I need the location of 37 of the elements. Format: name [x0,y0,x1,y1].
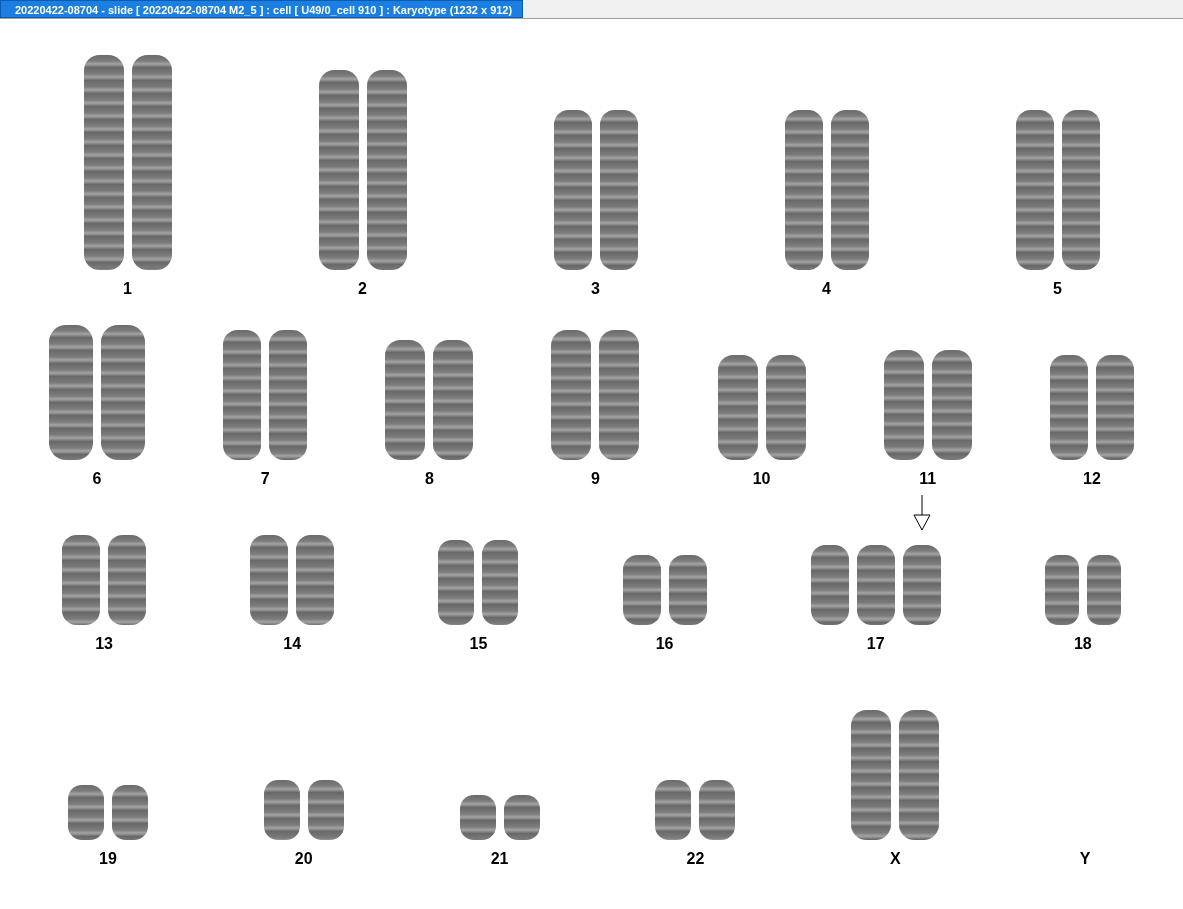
chromosome-label: 13 [95,635,113,653]
chromosome-image [622,555,661,625]
chromosome-label: 5 [1053,280,1062,298]
chromosome-label: 10 [752,470,771,488]
chromosome-label: 19 [99,850,117,868]
chromosome-label: 20 [294,850,313,868]
chromosome-label: X [889,850,901,868]
chromosome-label: 9 [591,470,600,488]
chromosome-image [67,785,104,840]
window-title: 20220422-08704 - slide [ 20220422-08704 M2_5 ] : cell [ U49/0_cell 910 ] : Karyotype (1232 x 912) [0,0,524,18]
chromosome-label: Y [1079,850,1091,868]
chromosome-label: 2 [358,280,367,298]
chromosome-label: 16 [655,635,674,653]
chromosome-label: 22 [686,850,705,868]
chromosome-label: 18 [1073,635,1092,653]
chromosome-label: 1 [123,280,132,298]
chromosome-label: 4 [822,280,831,298]
chromosome-label: 12 [1083,470,1101,488]
chromosome-label: 14 [283,635,302,653]
chromosome-label: 3 [591,280,600,298]
chromosome-label: 11 [919,470,937,488]
chromosome-image [699,780,736,840]
chromosome-label: 8 [424,470,434,488]
chromosome-image [263,780,300,840]
chromosome-image [459,795,496,840]
chromosome-label: 6 [92,470,102,488]
chromosome-image [307,780,344,840]
chromosome-image [111,785,148,840]
chromosome-label: 21 [490,850,509,868]
chromosome-image [655,780,692,840]
chromosome-label: 7 [260,470,270,488]
chromosome-label: 15 [469,635,488,653]
chromosome-image [668,555,707,625]
chromosome-image [1044,555,1079,625]
chromosome-label: 17 [866,635,885,653]
chromosome-image [503,795,540,840]
chromosome-image [1086,555,1121,625]
